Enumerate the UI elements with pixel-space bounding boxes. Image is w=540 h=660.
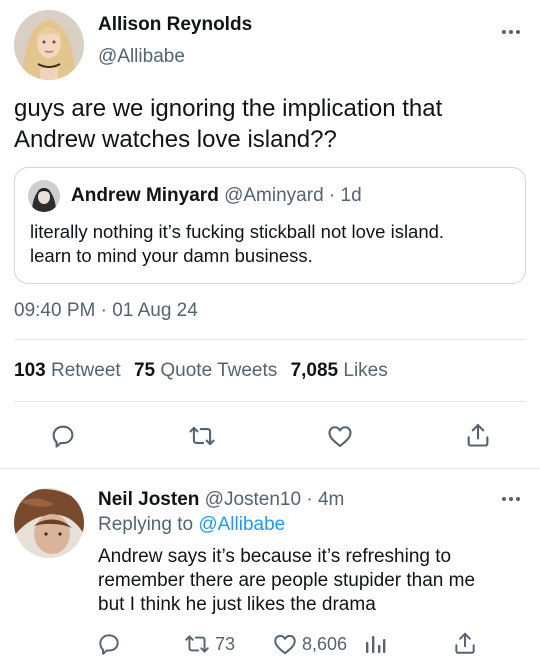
retweets-count: 103 — [14, 360, 46, 381]
reply-time: 4m — [317, 489, 345, 510]
more-icon[interactable] — [502, 497, 520, 501]
retweet-icon[interactable] — [187, 422, 217, 450]
more-icon[interactable] — [502, 30, 520, 34]
quote-avatar — [28, 180, 60, 212]
retweet-icon — [183, 631, 211, 657]
like-icon[interactable] — [326, 422, 354, 450]
divider — [14, 339, 526, 340]
reply-author-name[interactable]: Neil Josten — [98, 489, 199, 510]
tweet-time: 09:40 PM — [14, 300, 96, 321]
quote-separator: · — [328, 185, 336, 206]
quote-header: Andrew Minyard @Aminyard · 1d — [71, 185, 362, 207]
tweet-timestamp[interactable]: 09:40 PM · 01 Aug 24 — [14, 300, 198, 322]
quote-text-line: learn to mind your damn business. — [30, 245, 313, 266]
retweets-label: Retweet — [50, 360, 121, 381]
divider — [0, 468, 540, 469]
likes-stat[interactable]: 7,085 Likes — [291, 360, 388, 381]
avatar[interactable] — [14, 10, 84, 80]
reply-like-button[interactable]: 8,606 — [272, 631, 347, 657]
tweet-stats: 103 Retweet 75 Quote Tweets 7,085 Likes — [14, 360, 388, 382]
reply-author-handle[interactable]: @Josten10 — [205, 489, 301, 510]
author-handle[interactable]: @Allibabe — [98, 46, 185, 68]
replying-to: Replying to @Allibabe — [98, 514, 285, 536]
tweet-text-line: guys are we ignoring the implication tha… — [14, 95, 443, 122]
tweet-text: guys are we ignoring the implication tha… — [14, 93, 442, 155]
quote-time: 1d — [340, 185, 362, 206]
quote-author-handle: @Aminyard — [224, 185, 324, 206]
like-icon — [272, 631, 298, 657]
reply-text-line: remember there are people stupider than … — [98, 570, 476, 591]
reply-avatar[interactable] — [14, 488, 84, 558]
quote-text-line: literally nothing it’s fucking stickball… — [30, 221, 445, 242]
likes-label: Likes — [343, 360, 388, 381]
tweet-text-line: Andrew watches love island?? — [14, 126, 337, 153]
reply-icon[interactable] — [49, 422, 77, 450]
reply-icon[interactable] — [96, 631, 122, 657]
reply-like-count: 8,606 — [302, 633, 348, 654]
reply-text-line: but I think he just likes the drama — [98, 594, 376, 615]
quote-tweet-card[interactable]: Andrew Minyard @Aminyard · 1d literally … — [14, 167, 526, 284]
share-icon[interactable] — [464, 421, 492, 449]
reply-retweet-count: 73 — [215, 633, 236, 654]
author-name[interactable]: Allison Reynolds — [98, 14, 252, 36]
divider — [14, 401, 526, 402]
reply-separator: · — [306, 489, 313, 510]
retweets-stat[interactable]: 103 Retweet — [14, 360, 126, 381]
tweet-date: 01 Aug 24 — [112, 300, 198, 321]
quotes-count: 75 — [133, 360, 156, 381]
likes-count: 7,085 — [290, 360, 339, 381]
share-icon[interactable] — [452, 630, 478, 656]
quotes-label: Quote Tweets — [160, 360, 278, 381]
reply-header: Neil Josten @Josten10 · 4m — [98, 489, 344, 511]
quotes-stat[interactable]: 75 Quote Tweets — [134, 360, 283, 381]
tweet-time-separator: · — [100, 300, 107, 321]
reply-text: Andrew says it’s because it’s refreshing… — [98, 545, 475, 617]
quote-text: literally nothing it’s fucking stickball… — [30, 220, 444, 268]
quote-author-name: Andrew Minyard — [71, 185, 219, 206]
replying-to-link[interactable]: @Allibabe — [198, 514, 285, 535]
replying-to-label: Replying to — [98, 514, 194, 535]
reply-retweet-button[interactable]: 73 — [183, 631, 235, 657]
reply-text-line: Andrew says it’s because it’s refreshing… — [98, 546, 452, 567]
analytics-icon[interactable] — [364, 633, 386, 655]
